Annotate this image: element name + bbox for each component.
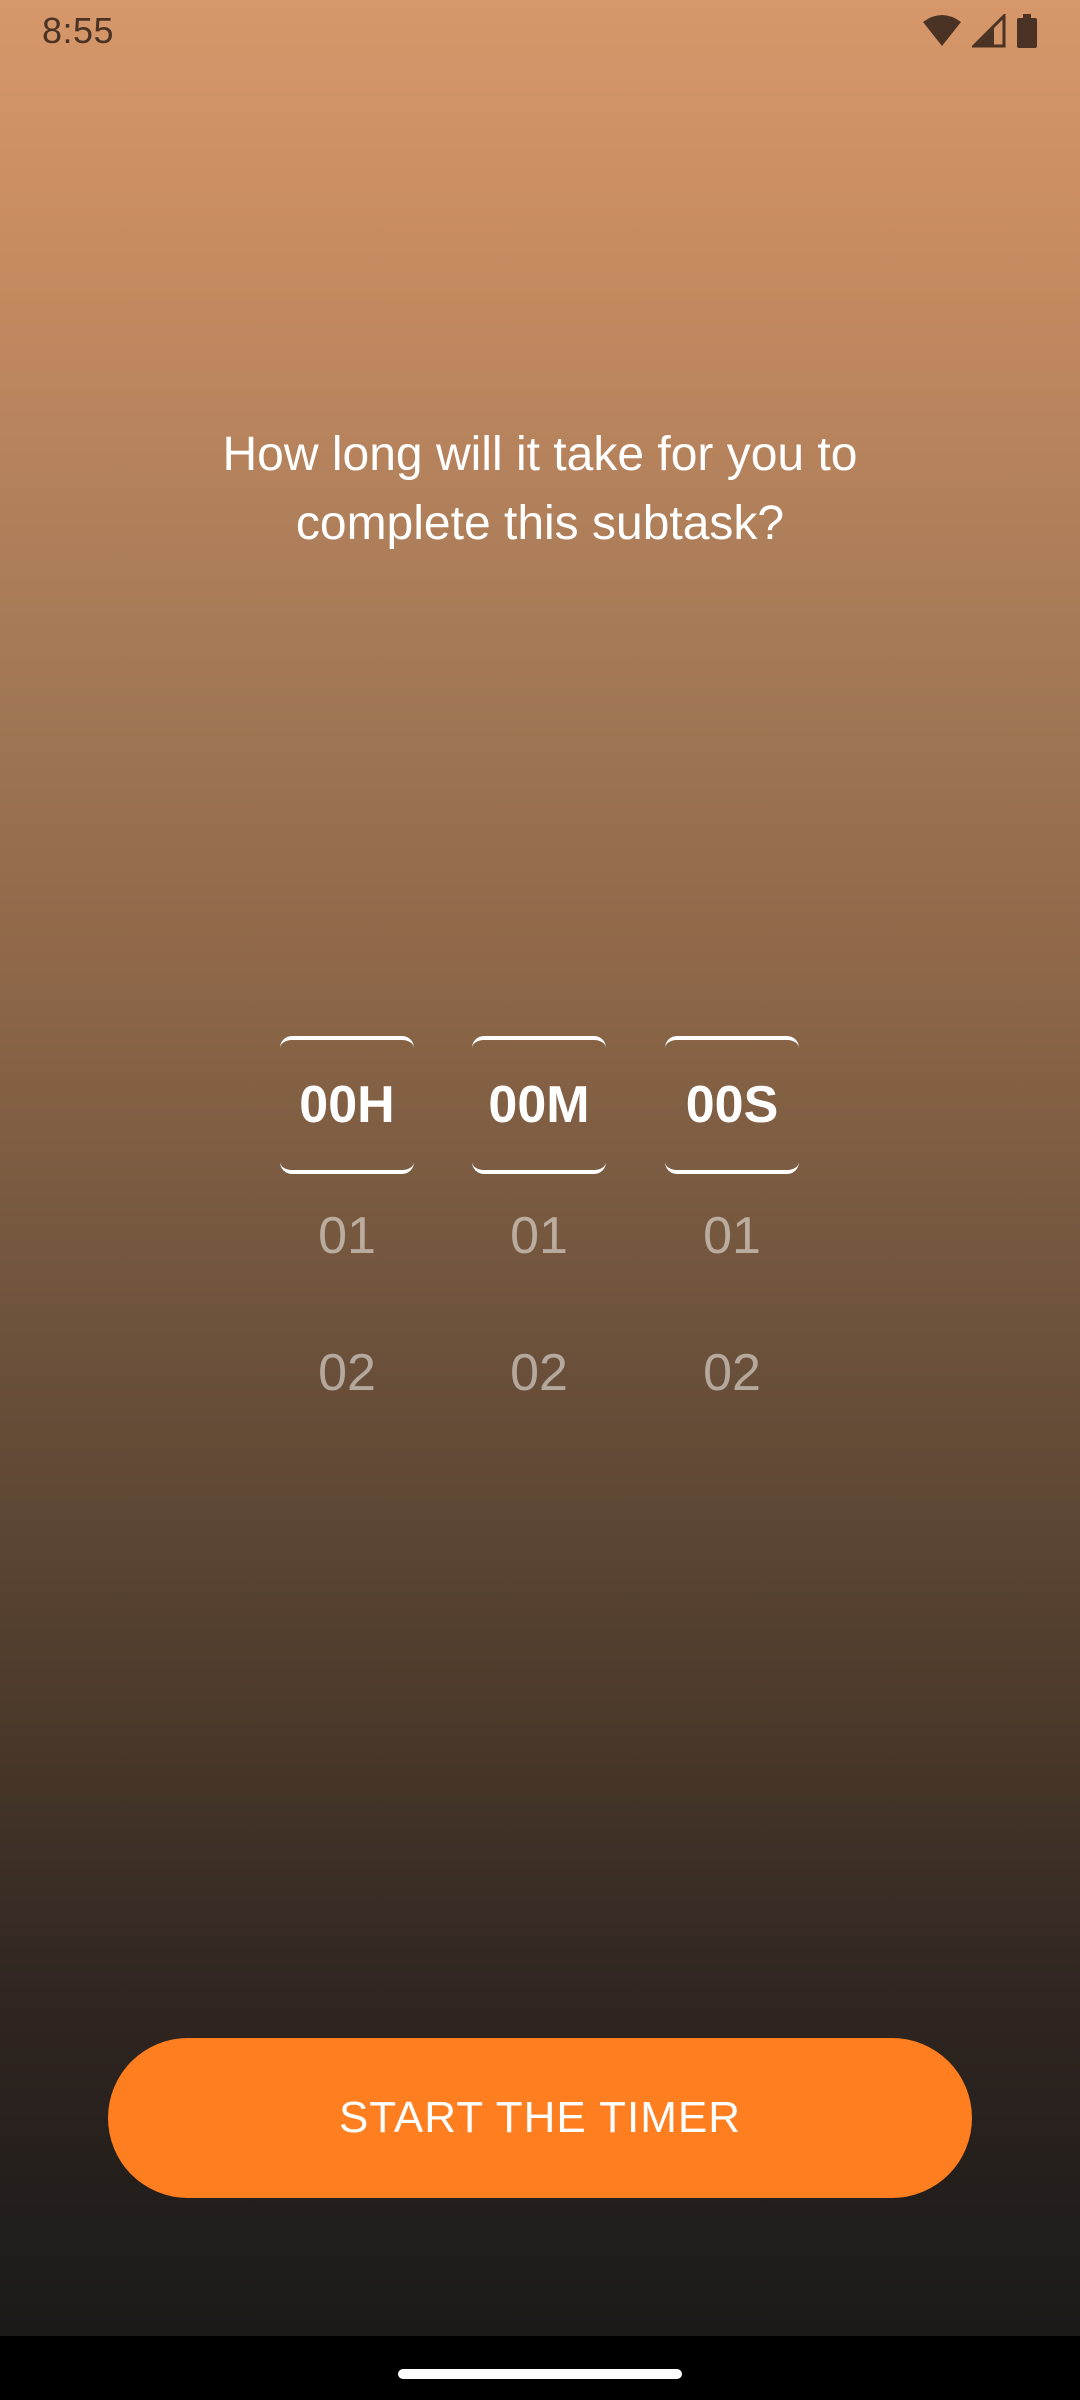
status-time: 8:55 [42,10,115,51]
hours-option[interactable]: 02 [280,1343,414,1403]
minutes-wheel[interactable]: 00M 01 02 [472,1036,606,1416]
start-timer-button[interactable]: START THE TIMER [108,2038,972,2198]
seconds-option[interactable]: 01 [665,1206,799,1266]
timer-setup-screen: 8:55 How long will it take for you to co… [0,0,1080,2400]
duration-question: How long will it take for you to complet… [222,428,858,550]
seconds-selected[interactable]: 00S [665,1036,799,1174]
navigation-bar [0,2336,1080,2400]
home-gesture-handle[interactable] [398,2369,682,2379]
seconds-option[interactable]: 02 [665,1343,799,1403]
seconds-wheel[interactable]: 00S 01 02 [665,1036,799,1416]
cellular-signal-icon [972,14,1006,48]
status-icons [922,14,1038,48]
battery-icon [1016,14,1038,48]
hours-option[interactable]: 01 [280,1206,414,1266]
minutes-option[interactable]: 01 [472,1206,606,1266]
minutes-option[interactable]: 02 [472,1343,606,1403]
status-bar: 8:55 [0,0,1080,64]
wifi-icon [922,14,962,48]
duration-picker: 00H 01 02 00M 01 02 00S 01 02 [0,1036,1080,1416]
hours-selected[interactable]: 00H [280,1036,414,1174]
hours-wheel[interactable]: 00H 01 02 [280,1036,414,1416]
minutes-selected[interactable]: 00M [472,1036,606,1174]
